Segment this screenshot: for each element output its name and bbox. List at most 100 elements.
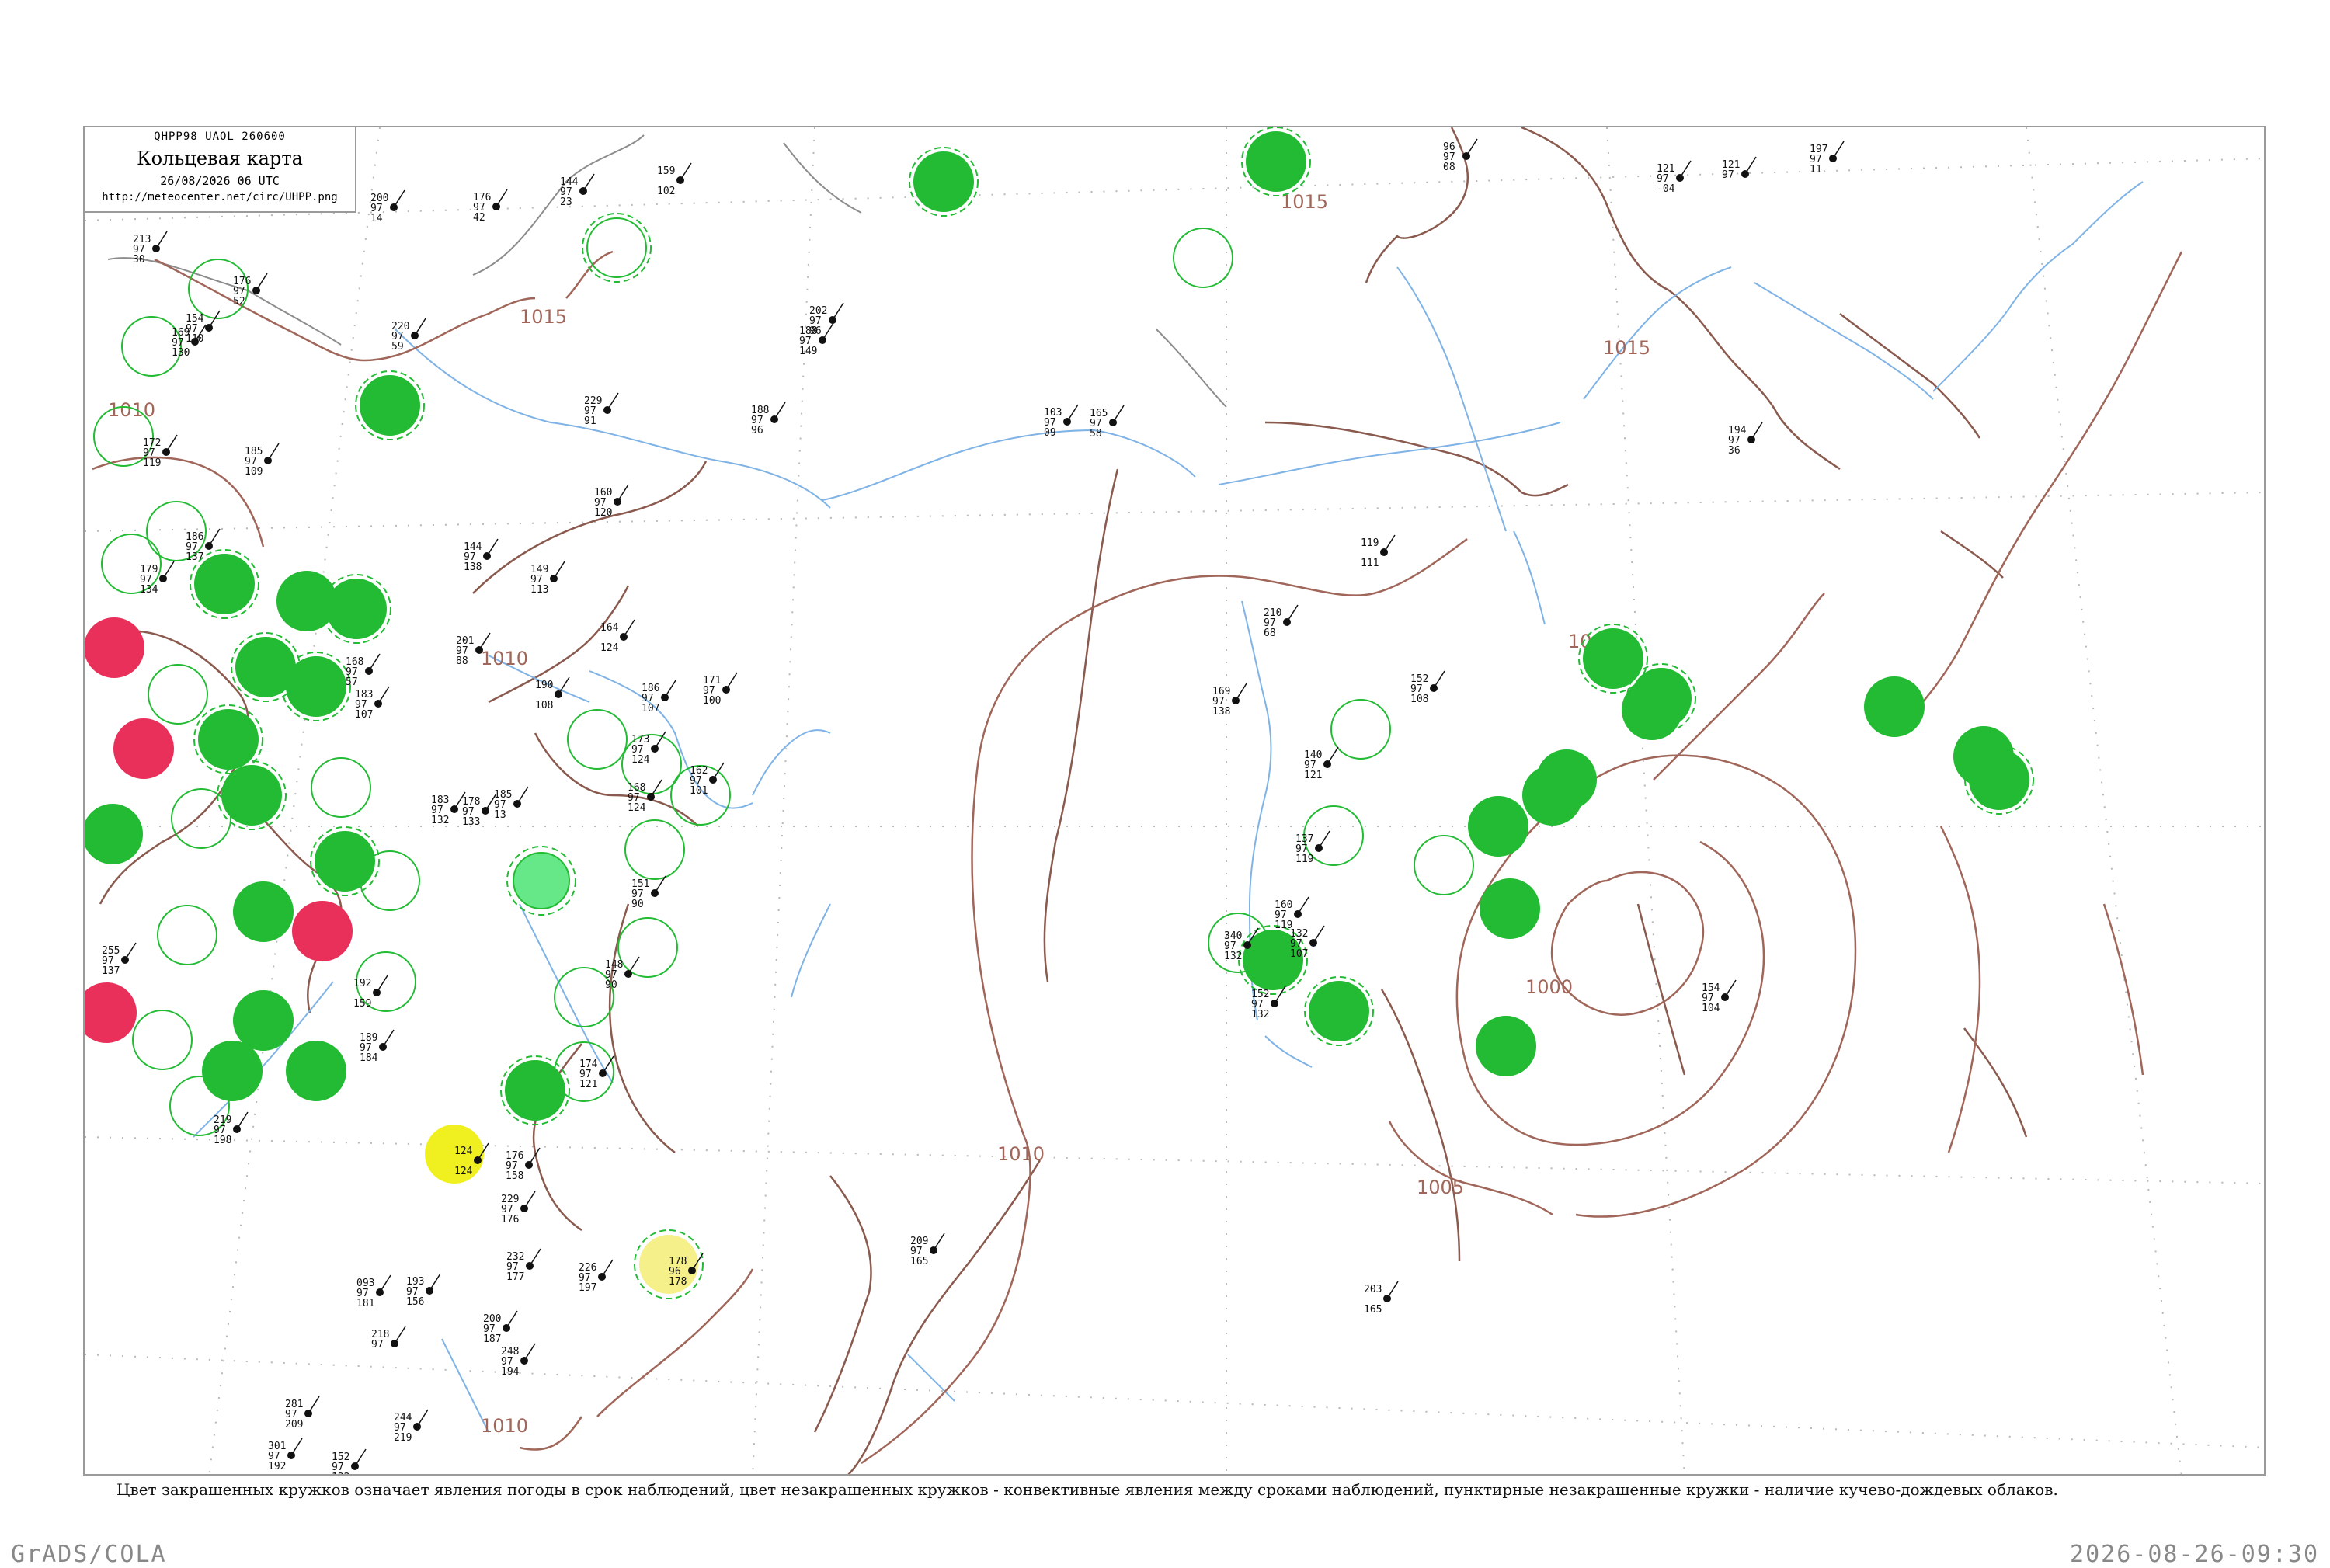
rain-station — [505, 1060, 565, 1121]
map-title-box: QHPP98 UAOL 260600 Кольцевая карта 26/08… — [83, 126, 356, 213]
station-dewpoint: 109 — [245, 466, 263, 478]
wind-barb — [377, 686, 390, 704]
station-dewpoint: 90 — [605, 979, 617, 991]
station-dewpoint: 177 — [506, 1271, 524, 1283]
rain-station — [1480, 878, 1540, 939]
station-dewpoint: 120 — [594, 507, 612, 519]
isobar-label: 1010 — [108, 399, 155, 421]
station-plot: 18997184 — [360, 1029, 395, 1064]
station-plot: 17197100 — [703, 672, 738, 707]
legend-caption: Цвет закрашенных кружков означает явлени… — [116, 1480, 2058, 1499]
station-plot: 22697197 — [579, 1259, 614, 1294]
wind-barb — [165, 434, 178, 453]
rain-circles — [85, 131, 2029, 1121]
station-plot: 21997198 — [214, 1111, 249, 1146]
station-dewpoint: 108 — [535, 700, 553, 711]
rain-station — [233, 881, 294, 942]
station-plot: 20997165 — [910, 1232, 945, 1267]
station-dewpoint: 119 — [1295, 854, 1313, 865]
station-plot: 2109768 — [1264, 604, 1299, 639]
wind-barb — [680, 162, 692, 181]
cb-rings — [190, 127, 2034, 1299]
station-plot: 18897149 — [799, 322, 834, 357]
station-dewpoint: 137 — [186, 551, 203, 563]
rain-station — [1468, 796, 1528, 857]
wind-barb — [496, 189, 508, 207]
station-plot: 21897 — [371, 1326, 406, 1351]
station-plot: 1449723 — [560, 173, 595, 208]
station-plot: 28197209 — [285, 1396, 320, 1431]
station-dewpoint: 132 — [431, 815, 449, 826]
wind-barb — [832, 302, 844, 321]
station-dewpoint: 158 — [506, 1170, 523, 1182]
station-plot: 16297101 — [690, 762, 725, 797]
wind-barb — [1744, 156, 1757, 175]
station-plot: 25597137 — [102, 942, 137, 977]
wind-barb — [376, 975, 388, 993]
station-pressure: 190 — [535, 680, 553, 691]
station-dewpoint: 108 — [1410, 694, 1428, 705]
station-dewpoint: 197 — [579, 1282, 596, 1294]
station-dewpoint: 209 — [285, 1419, 303, 1431]
station-dewpoint: 138 — [1212, 706, 1230, 718]
station-dewpoint: 198 — [214, 1135, 231, 1146]
station-plot: 17897133 — [462, 793, 497, 828]
station-plot: 1979711 — [1810, 141, 1845, 176]
wind-barb — [354, 1448, 367, 1467]
rain-station — [1536, 749, 1597, 810]
station-plot: 13797119 — [1295, 830, 1330, 865]
station-plot: 15497110 — [186, 310, 221, 345]
station-dewpoint: 187 — [483, 1333, 501, 1345]
station-plot: 24497219 — [394, 1409, 429, 1444]
station-plot: 18697107 — [642, 680, 676, 714]
map-datetime: 26/08/2026 06 UTC — [160, 174, 280, 188]
station-dewpoint: 23 — [560, 196, 572, 208]
station-dewpoint: 192 — [268, 1461, 286, 1472]
rain-station — [1476, 1016, 1536, 1076]
thunder-station — [113, 718, 174, 779]
wind-barb — [516, 786, 529, 805]
station-dewpoint: 91 — [584, 415, 596, 427]
station-dewpoint: 176 — [501, 1214, 519, 1226]
wind-barb — [1433, 670, 1445, 689]
isobar-label: 1000 — [1525, 976, 1573, 998]
wind-barb — [429, 1273, 441, 1292]
wind-barb — [379, 1274, 391, 1293]
wind-barb — [1112, 405, 1125, 423]
wind-barb — [712, 762, 725, 781]
station-plot: 24897194 — [501, 1343, 536, 1378]
thunder-station — [85, 617, 144, 678]
station-dewpoint: 107 — [1290, 948, 1308, 960]
station-dewpoint: 14 — [370, 213, 383, 224]
station-plot: 19397156 — [406, 1273, 441, 1308]
bulletin-code: QHPP98 UAOL 260600 — [154, 130, 286, 143]
station-dewpoint: 68 — [1264, 628, 1276, 639]
station-dewpoint: 159 — [353, 998, 371, 1010]
station-plot: 190 108 — [535, 676, 570, 711]
station-dewpoint: 52 — [233, 296, 245, 308]
wind-barb — [553, 561, 565, 579]
wind-barb — [1235, 683, 1247, 701]
rain-station — [315, 831, 375, 892]
station-plot: 14497138 — [464, 538, 499, 573]
station-dewpoint: 219 — [394, 1432, 412, 1444]
rain-station — [1583, 628, 1643, 689]
rain-station — [1246, 131, 1306, 192]
station-dewpoint: 13 — [494, 809, 506, 821]
station-plot: 14097121 — [1304, 746, 1339, 781]
station-dewpoint: 59 — [391, 341, 404, 353]
station-dewpoint: 149 — [799, 346, 817, 357]
station-dewpoint: 57 — [346, 676, 358, 688]
station-dewpoint: 113 — [530, 584, 548, 596]
wind-barb — [1286, 604, 1299, 623]
station-dewpoint: 104 — [1702, 1003, 1720, 1014]
station-dewpoint: 09 — [1044, 427, 1056, 439]
station-temp: 97 — [371, 1339, 384, 1351]
station-plot: 18397107 — [355, 686, 390, 721]
isobar-label: 1010 — [997, 1143, 1045, 1165]
rain-station — [85, 804, 143, 864]
station-plot: 1949736 — [1728, 422, 1763, 457]
wind-barb — [607, 392, 619, 411]
wind-barb — [1383, 534, 1396, 553]
station-dewpoint: 194 — [501, 1366, 520, 1378]
